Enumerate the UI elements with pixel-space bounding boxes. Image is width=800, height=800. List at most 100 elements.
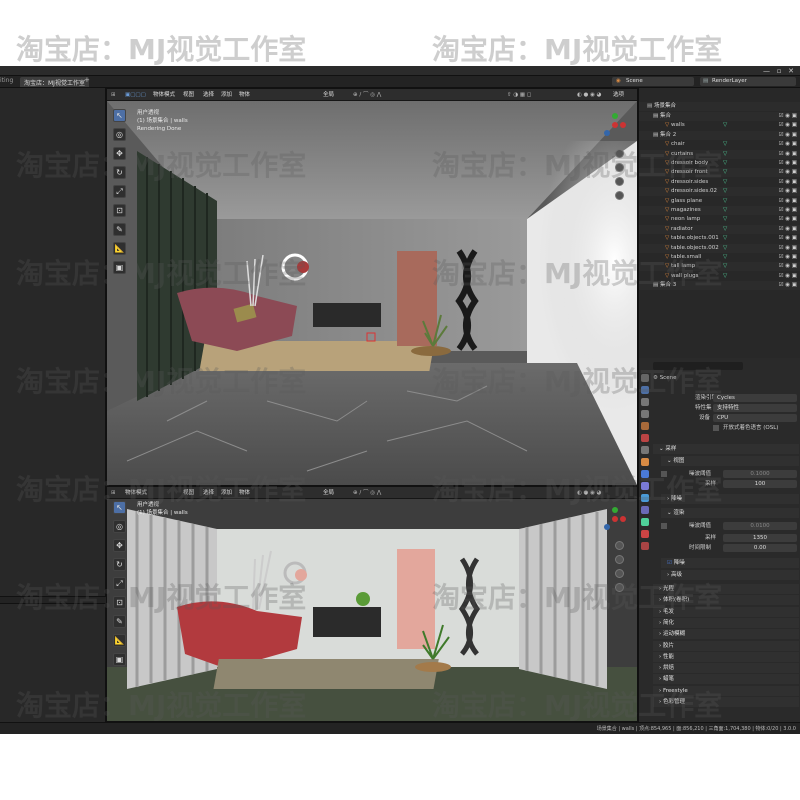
outliner-item[interactable]: ▽ curtains ☑ ◉ ▣ ▽ xyxy=(639,149,800,159)
visibility-toggles-icon[interactable]: ☑ ◉ ▣ xyxy=(779,168,797,177)
physics-tab-icon[interactable] xyxy=(641,494,649,502)
outliner-item[interactable]: ▽ dressoir front ☑ ◉ ▣ ▽ xyxy=(639,168,800,178)
rotate-tool-icon[interactable]: ↻ xyxy=(113,166,126,179)
tab-active-workspace[interactable]: 淘宝店：MJ视觉工作室 xyxy=(20,77,89,87)
visibility-toggles-icon[interactable]: ☑ ◉ ▣ xyxy=(779,131,797,140)
outliner-item[interactable]: ▽ table.small ☑ ◉ ▣ ▽ xyxy=(639,253,800,262)
properties-section[interactable]: › 光程 xyxy=(653,584,799,594)
menu-object[interactable]: 物体 xyxy=(239,91,250,99)
visibility-toggles-icon[interactable]: ☑ ◉ ▣ xyxy=(779,234,797,243)
noise-threshold-checkbox-1[interactable] xyxy=(661,471,667,477)
world-tab-icon[interactable] xyxy=(641,434,649,442)
editor-type-icon[interactable]: ⊞ xyxy=(111,91,116,99)
denoise-subsection-2[interactable]: ☑ 降噪 xyxy=(661,558,799,568)
move-tool-icon-bottom[interactable]: ✥ xyxy=(113,539,126,552)
constraints-tab-icon[interactable] xyxy=(641,506,649,514)
minimize-icon[interactable]: — xyxy=(763,67,770,75)
menu-select[interactable]: 选择 xyxy=(203,91,214,99)
device-dropdown[interactable]: CPU xyxy=(713,414,797,422)
select-tool-icon-bottom[interactable]: ↖ xyxy=(113,501,126,514)
properties-section[interactable]: › 烘焙 xyxy=(653,663,799,674)
zoom-icon-bottom[interactable] xyxy=(615,541,624,550)
tool-tab-icon[interactable] xyxy=(641,374,649,382)
zoom-icon[interactable] xyxy=(615,149,624,158)
camera-view-icon-bottom[interactable] xyxy=(615,569,624,578)
visibility-toggles-icon[interactable]: ☑ ◉ ▣ xyxy=(779,262,797,271)
navigation-gizmo-bottom[interactable] xyxy=(603,507,627,531)
overlay-icons[interactable]: ⇧ ◑ ▦ ◻ xyxy=(507,91,531,99)
transform-tool-icon[interactable]: ⊡ xyxy=(113,204,126,217)
transform-orientation[interactable]: 全局 xyxy=(323,91,334,99)
visibility-toggles-icon[interactable]: ☑ ◉ ▣ xyxy=(779,150,797,159)
ortho-toggle-icon[interactable] xyxy=(615,191,624,200)
outliner-collection[interactable]: ▤ 集合 3 ☑ ◉ ▣ xyxy=(639,281,800,291)
scene-tab-icon[interactable] xyxy=(641,422,649,430)
noise-threshold-checkbox-2[interactable] xyxy=(661,523,667,529)
view-layer-tab-icon[interactable] xyxy=(641,410,649,418)
outliner-collection[interactable]: ▤ 集合 2 ☑ ◉ ▣ xyxy=(639,130,800,140)
samples-field-2[interactable]: 1350 xyxy=(723,534,797,542)
render-layer-selector[interactable]: ▤ RenderLayer xyxy=(700,77,796,86)
annotate-tool-icon-bottom[interactable]: ✎ xyxy=(113,615,126,628)
render-subsection[interactable]: ⌄ 渲染 xyxy=(661,508,799,518)
properties-search[interactable] xyxy=(653,362,743,370)
mode-dropdown[interactable]: 物体模式 xyxy=(153,91,175,99)
menu-view[interactable]: 视图 xyxy=(183,91,194,99)
render-tab-icon[interactable] xyxy=(641,386,649,394)
rotate-tool-icon-bottom[interactable]: ↻ xyxy=(113,558,126,571)
properties-section[interactable]: › 胶片 xyxy=(653,640,799,651)
outliner-item[interactable]: ▽ glass plane ☑ ◉ ▣ ▽ xyxy=(639,197,800,206)
properties-section[interactable]: › 色彩管理 xyxy=(653,697,799,707)
transform-orientation-bottom[interactable]: 全局 xyxy=(323,489,334,497)
shading-icons-bottom[interactable]: ◐ ● ◉ ◕ xyxy=(577,489,601,497)
collection-tab-icon[interactable] xyxy=(641,446,649,454)
outliner-item[interactable]: ▽ chair ☑ ◉ ▣ ▽ xyxy=(639,140,800,149)
measure-tool-icon[interactable]: 📐 xyxy=(113,242,126,255)
visibility-toggles-icon[interactable]: ☑ ◉ ▣ xyxy=(779,112,797,121)
visibility-toggles-icon[interactable]: ☑ ◉ ▣ xyxy=(779,178,797,187)
advanced-subsection[interactable]: › 高级 xyxy=(661,570,799,580)
scene-selector[interactable]: ◉ Scene xyxy=(612,77,694,86)
particles-tab-icon[interactable] xyxy=(641,482,649,490)
visibility-toggles-icon[interactable]: ☑ ◉ ▣ xyxy=(779,197,797,206)
feature-set-dropdown[interactable]: 支持特性 xyxy=(713,404,797,412)
properties-section[interactable]: › 体积(卷积) xyxy=(653,595,799,606)
select-mode-icons[interactable]: ▣▢▢▢ xyxy=(125,91,146,99)
outliner-collection[interactable]: ▤ 集合 ☑ ◉ ▣ xyxy=(639,112,800,121)
pan-icon-bottom[interactable] xyxy=(615,555,624,564)
menu-object-bottom[interactable]: 物体 xyxy=(239,489,250,497)
viewport-solid[interactable]: ⊞ 物体模式 视图 选择 添加 物体 全局 ⊕ ∕ ⌒ ◎ ⋀ ◐ ● ◉ ◕ … xyxy=(106,486,638,722)
noise-threshold-field-1[interactable]: 0.1000 xyxy=(723,470,797,478)
visibility-toggles-icon[interactable]: ☑ ◉ ▣ xyxy=(779,206,797,215)
annotate-tool-icon[interactable]: ✎ xyxy=(113,223,126,236)
cursor-tool-icon[interactable]: ◎ xyxy=(113,128,126,141)
data-tab-icon[interactable] xyxy=(641,518,649,526)
pan-icon[interactable] xyxy=(615,163,624,172)
texture-tab-icon[interactable] xyxy=(641,542,649,550)
outliner-item[interactable]: ▽ wall plugs ☑ ◉ ▣ ▽ xyxy=(639,272,800,281)
measure-tool-icon-bottom[interactable]: 📐 xyxy=(113,634,126,647)
denoise-subsection-1[interactable]: › 降噪 xyxy=(661,494,799,504)
visibility-toggles-icon[interactable]: ☑ ◉ ▣ xyxy=(779,253,797,262)
properties-section[interactable]: › 蜡笔 xyxy=(653,674,799,685)
osl-row[interactable]: 开放式着色语言 (OSL) xyxy=(653,424,799,433)
editor-type-icon-bottom[interactable]: ⊞ xyxy=(111,489,116,497)
outliner-root[interactable]: ▤ 场景集合 xyxy=(639,102,800,111)
visibility-toggles-icon[interactable]: ☑ ◉ ▣ xyxy=(779,215,797,224)
visibility-toggles-icon[interactable]: ☑ ◉ ▣ xyxy=(779,272,797,281)
move-tool-icon[interactable]: ✥ xyxy=(113,147,126,160)
properties-section[interactable]: › 简化 xyxy=(653,617,799,628)
shading-icons[interactable]: ◐ ● ◉ ◕ xyxy=(577,91,601,99)
viewport-rendered[interactable]: ⊞ ▣▢▢▢ 物体模式 视图 选择 添加 物体 全局 ⊕ ∕ ⌒ ◎ ⋀ ⇧ ◑… xyxy=(106,88,638,486)
visibility-toggles-icon[interactable]: ☑ ◉ ▣ xyxy=(779,121,797,130)
ortho-toggle-icon-bottom[interactable] xyxy=(615,583,624,592)
outliner-item[interactable]: ▽ tall lamp ☑ ◉ ▣ ▽ xyxy=(639,262,800,272)
transform-tool-icon-bottom[interactable]: ⊡ xyxy=(113,596,126,609)
add-cube-tool-icon-bottom[interactable]: ▣ xyxy=(113,653,126,666)
menu-add[interactable]: 添加 xyxy=(221,91,232,99)
outliner-item[interactable]: ▽ dressoir.sides ☑ ◉ ▣ ▽ xyxy=(639,178,800,187)
navigation-gizmo[interactable] xyxy=(603,113,627,137)
outliner-item[interactable]: ▽ table.objects.001 ☑ ◉ ▣ ▽ xyxy=(639,234,800,243)
outliner-item[interactable]: ▽ radiator ☑ ◉ ▣ ▽ xyxy=(639,224,800,234)
denoise-checkbox-2[interactable]: ☑ xyxy=(667,560,674,566)
